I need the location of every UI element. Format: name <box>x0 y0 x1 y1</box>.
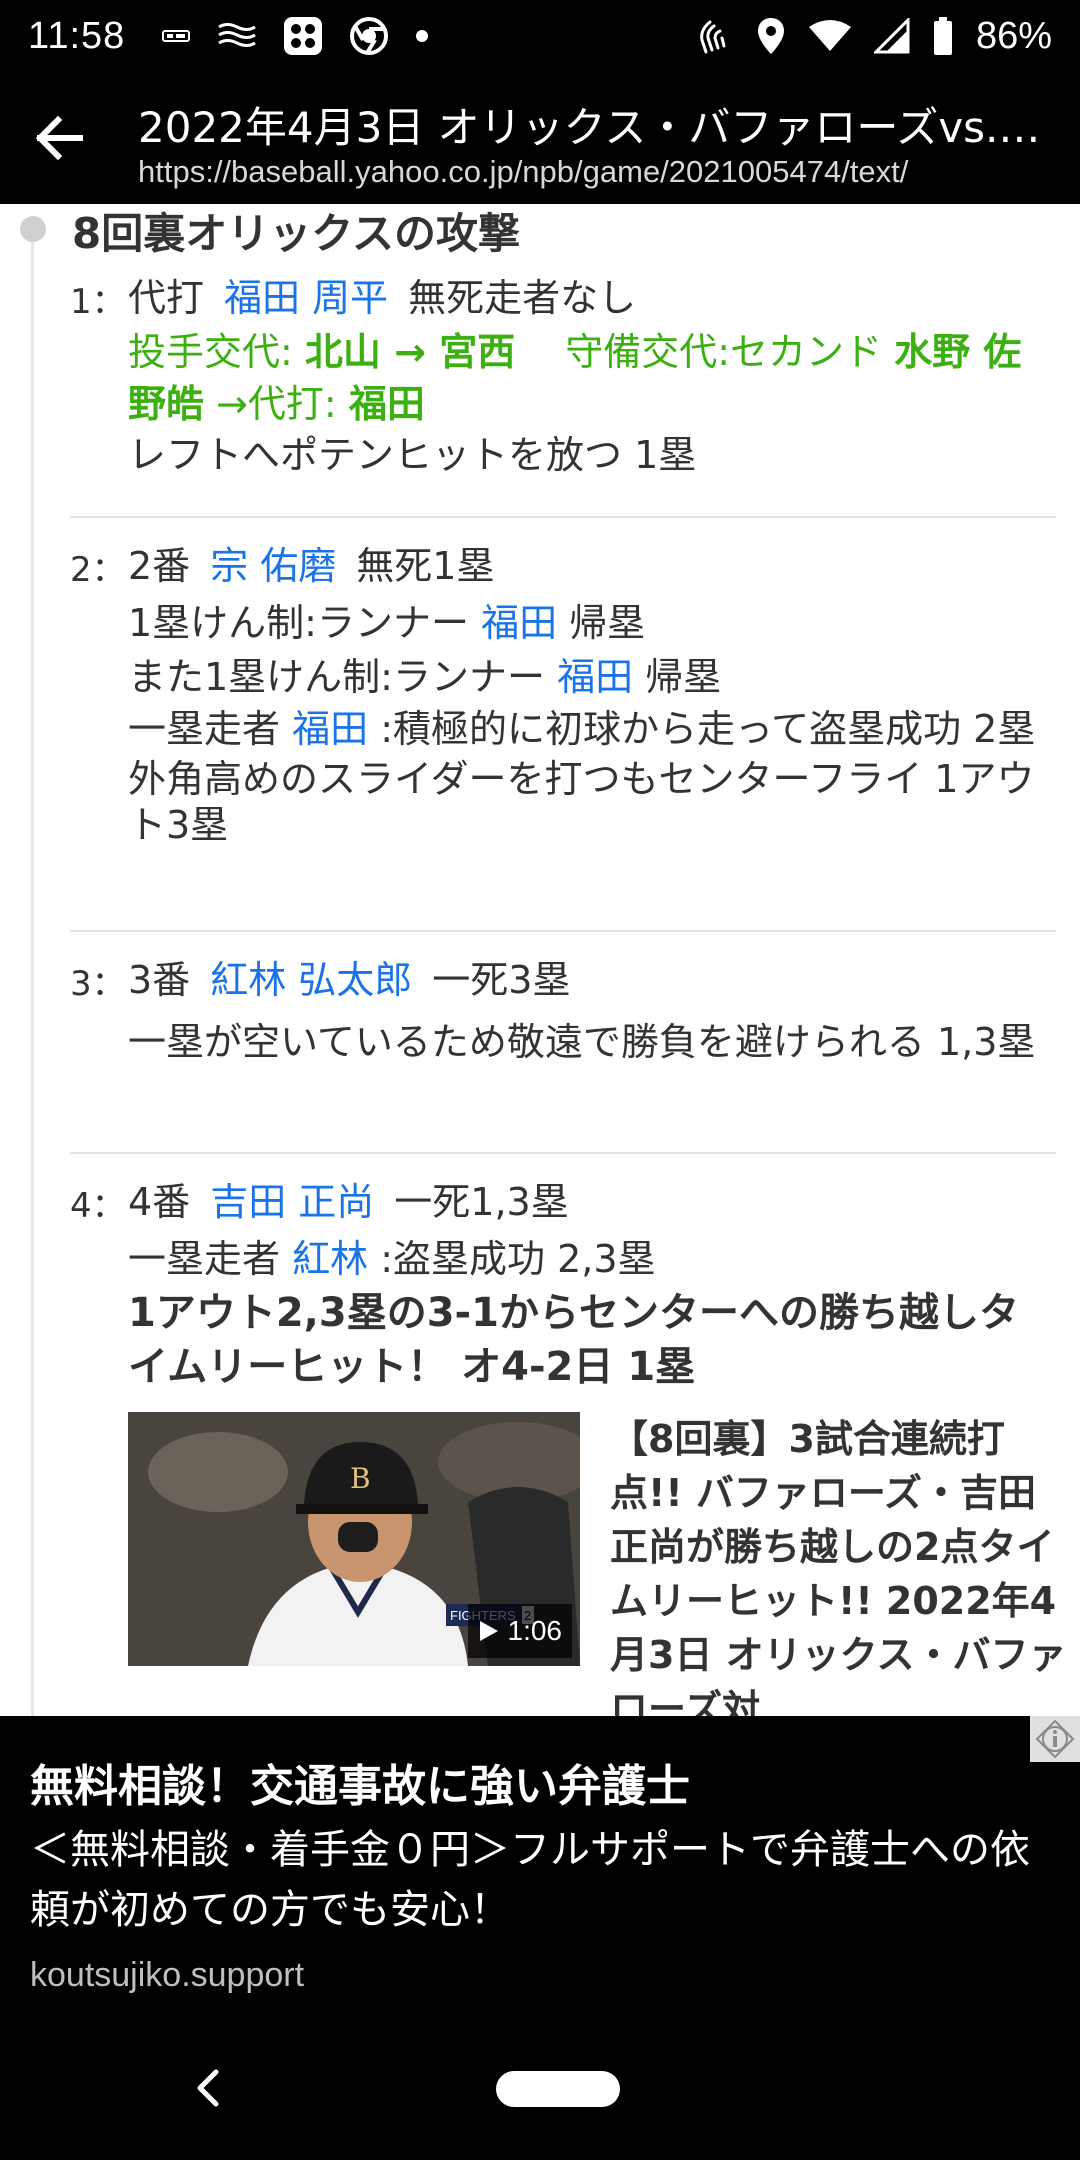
event-line: 1塁けん制:ランナー 福田 帰塁 <box>128 598 1056 648</box>
play-number: 2： <box>70 550 126 590</box>
event-line: また1塁けん制:ランナー 福田 帰塁 <box>128 652 1056 702</box>
runner-name-link[interactable]: 紅林 <box>292 1237 368 1281</box>
page-url[interactable]: https://baseball.yahoo.co.jp/npb/game/20… <box>138 154 1058 190</box>
event-line: 一塁走者 紅林 :盗塁成功 2,3塁 <box>128 1234 1056 1284</box>
play-number: 4： <box>70 1186 126 1226</box>
ad-title: 無料相談！交通事故に強い弁護士 <box>30 1761 690 1812</box>
status-bar: 11:58 86% <box>0 0 1080 72</box>
batter-line: 代打 福田 周平 無死走者なし <box>128 270 1056 326</box>
base-situation: 一死1,3塁 <box>394 1180 569 1224</box>
batter-prefix: 3番 <box>128 958 191 1002</box>
play-item: 4： 4番 吉田 正尚 一死1,3塁 一塁走者 紅林 :盗塁成功 2,3塁 1アウト… <box>70 1174 1067 1716</box>
video-description[interactable]: 【8回裏】3試合連続打点!! バファローズ・吉田正尚が勝ち越しの2点タイムリーヒ… <box>610 1412 1070 1716</box>
play-result-highlight: 1アウト2,3塁の3-1からセンターへの勝ち越しタイムリーヒット！ オ4-2日 … <box>128 1290 1019 1390</box>
nfc-icon <box>698 16 734 56</box>
app-grid-icon <box>283 16 323 56</box>
timeline-dot <box>20 216 46 242</box>
signal-icon <box>873 18 910 54</box>
nav-home-pill[interactable] <box>496 2071 620 2107</box>
event-text: 一塁走者 <box>128 1237 293 1281</box>
divider <box>70 930 1056 932</box>
play-item: 3： 3番 紅林 弘太郎 一死3塁 一塁が空いているため敬遠で勝負を避けられる 1,… <box>70 952 1056 1070</box>
video-duration: 1:06 <box>467 1604 572 1658</box>
batter-prefix: 4番 <box>128 1180 191 1224</box>
chevron-left-icon <box>197 2069 219 2107</box>
pinch-hitter-name: 福田 <box>348 382 425 426</box>
ad-domain: koutsujiko.support <box>30 1956 305 1994</box>
event-text: 1塁けん制:ランナー <box>128 601 482 645</box>
event-text: また1塁けん制:ランナー <box>128 655 558 699</box>
pinch-hitter-label: →代打: <box>204 382 349 426</box>
base-situation: 一死3塁 <box>432 958 571 1002</box>
batter-line: 3番 紅林 弘太郎 一死3塁 <box>128 952 1056 1008</box>
system-navigation-bar <box>0 2016 1080 2160</box>
play-number: 1： <box>70 282 126 322</box>
location-icon <box>756 16 786 56</box>
base-situation: 無死1塁 <box>356 544 495 588</box>
video-thumbnail[interactable]: B FIGHTERS 2 1:06 <box>128 1412 580 1666</box>
duration-text: 1:06 <box>507 1615 563 1646</box>
ad-banner[interactable]: 無料相談！交通事故に強い弁護士 ＜無料相談・着手金０円＞フルサポートで弁護士への… <box>0 1716 1080 2016</box>
batter-prefix: 代打 <box>128 276 205 320</box>
dot-icon <box>415 29 429 43</box>
status-icons-left <box>161 16 429 56</box>
base-situation: 無死走者なし <box>408 276 637 320</box>
play-item: 2： 2番宗 佑磨 無死1塁 1塁けん制:ランナー 福田 帰塁 また1塁けん制:ラ… <box>70 538 1056 848</box>
pitcher-change-names: 北山 → 宮西 <box>304 330 516 374</box>
batter-name-link[interactable]: 宗 佑磨 <box>210 544 336 588</box>
ad-body: ＜無料相談・着手金０円＞フルサポートで弁護士への依頼が初めての方でも安心！ <box>30 1827 1030 1933</box>
back-button[interactable] <box>30 108 100 172</box>
event-text: 帰塁 <box>633 655 722 699</box>
nav-back-button[interactable] <box>188 2066 228 2110</box>
event-line: 一塁走者 福田 :積極的に初球から走って盗塁成功 2塁 <box>128 706 1056 752</box>
play-result: 一塁が空いているため敬遠で勝負を避けられる 1,3塁 <box>128 1020 1036 1064</box>
batter-line: 2番宗 佑磨 無死1塁 <box>128 538 1056 594</box>
battery-icon <box>932 16 954 56</box>
ad-choices-icon <box>1035 1719 1075 1759</box>
status-time: 11:58 <box>28 14 126 57</box>
wave-icon <box>217 21 257 51</box>
video-card[interactable]: B FIGHTERS 2 1:06 【8回裏】3試合連続打点!! バファローズ・… <box>128 1412 1067 1716</box>
battery-percent: 86% <box>975 14 1052 57</box>
wifi-icon <box>808 19 852 53</box>
inning-title: 8回裏オリックスの攻撃 <box>72 209 520 258</box>
event-text: :積極的に初球から走って盗塁成功 2塁 <box>368 707 1036 751</box>
svg-text:B: B <box>350 1462 371 1495</box>
event-text: 一塁走者 <box>128 707 293 751</box>
event-text: 帰塁 <box>557 601 646 645</box>
play-result: レフトへポテンヒットを放つ 1塁 <box>128 433 697 477</box>
event-text: :盗塁成功 2,3塁 <box>368 1237 656 1281</box>
notification-icon <box>161 25 191 47</box>
play-icon <box>479 1621 498 1641</box>
batter-line: 4番 吉田 正尚 一死1,3塁 <box>128 1174 1056 1230</box>
batter-name-link[interactable]: 福田 周平 <box>224 276 388 320</box>
play-number: 3： <box>70 964 126 1004</box>
batter-name-link[interactable]: 吉田 正尚 <box>210 1180 374 1224</box>
play-by-play-content: 8回裏オリックスの攻撃 1： 代打 福田 周平 無死走者なし 投手交代: 北山 → … <box>0 204 1080 1716</box>
runner-name-link[interactable]: 福田 <box>481 601 557 645</box>
page-title: 2022年4月3日 オリックス・バファローズvs.… <box>138 103 1041 152</box>
batter-prefix: 2番 <box>128 544 191 588</box>
divider <box>70 1152 1056 1154</box>
arrow-left-icon <box>35 115 83 161</box>
runner-name-link[interactable]: 福田 <box>292 707 368 751</box>
play-item: 1： 代打 福田 周平 無死走者なし 投手交代: 北山 → 宮西 守備交代:セカンド … <box>70 270 1056 480</box>
substitution-text: 投手交代: 北山 → 宮西 守備交代:セカンド 水野 佐野皓 →代打: 福田 <box>128 326 1056 430</box>
runner-name-link[interactable]: 福田 <box>557 655 633 699</box>
pitcher-change-label: 投手交代: <box>128 330 305 374</box>
defense-change-label: 守備交代:セカンド <box>565 330 895 374</box>
batter-name-link[interactable]: 紅林 弘太郎 <box>210 958 412 1002</box>
timeline-line <box>31 224 34 1716</box>
divider <box>70 516 1056 518</box>
chrome-icon <box>349 16 389 56</box>
status-icons-right: 86% <box>698 15 1052 58</box>
play-result: 外角高めのスライダーを打つもセンターフライ 1アウト3塁 <box>128 757 1035 847</box>
custom-tab-toolbar: 2022年4月3日 オリックス・バファローズvs.… https://baseb… <box>0 72 1080 204</box>
ad-info-button[interactable] <box>1030 1716 1080 1762</box>
